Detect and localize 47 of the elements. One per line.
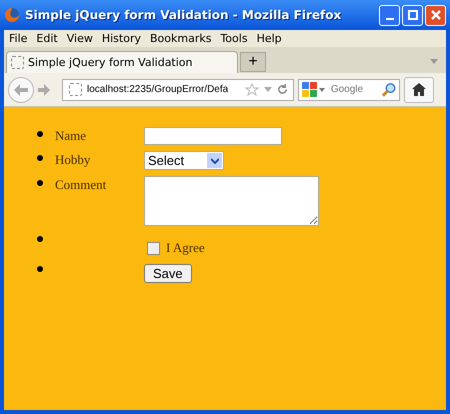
close-icon xyxy=(430,10,440,20)
bullet-icon xyxy=(37,266,43,272)
maximize-button[interactable] xyxy=(402,4,423,26)
save-button[interactable]: Save xyxy=(144,264,192,283)
browser-tab[interactable]: Simple jQuery form Validation xyxy=(6,51,238,73)
bullet-icon xyxy=(37,236,43,242)
window-title: Simple jQuery form Validation - Mozilla Firefox xyxy=(25,8,342,22)
field-label: Comment xyxy=(55,177,106,192)
new-tab-button[interactable]: + xyxy=(240,52,266,72)
dropdown-icon xyxy=(430,59,438,65)
bullet-icon xyxy=(37,131,43,137)
menu-item[interactable]: Help xyxy=(254,32,288,45)
home-icon xyxy=(412,83,426,96)
maximize-icon xyxy=(408,10,418,20)
back-arrow-icon xyxy=(14,84,28,96)
menu-item[interactable]: Bookmarks xyxy=(146,32,218,45)
hobby-dropdown[interactable]: Select xyxy=(144,151,224,170)
close-button[interactable] xyxy=(425,4,446,26)
menu-item[interactable]: Edit xyxy=(33,32,64,45)
search-icon[interactable] xyxy=(380,82,396,98)
page-icon xyxy=(11,56,24,69)
field-label: Name xyxy=(55,128,86,143)
field-label: Hobby xyxy=(55,152,90,167)
dropdown-icon xyxy=(319,88,325,92)
menu-item[interactable]: View xyxy=(64,32,99,45)
home-button[interactable] xyxy=(404,76,434,102)
reload-icon[interactable] xyxy=(277,84,288,95)
back-button[interactable] xyxy=(8,76,34,102)
minimize-button[interactable] xyxy=(379,4,400,26)
menu-item[interactable]: File xyxy=(6,32,34,45)
minimize-icon xyxy=(386,18,394,20)
forward-arrow-icon[interactable] xyxy=(38,84,50,96)
bullet-icon xyxy=(37,180,43,186)
search-engine-icon xyxy=(302,82,318,98)
address-field[interactable]: localhost:2235/GroupError/Defa xyxy=(62,78,294,100)
star-icon[interactable] xyxy=(245,82,259,96)
comment-input[interactable] xyxy=(144,176,319,226)
agree-checkbox[interactable] xyxy=(147,242,160,254)
bullet-icon xyxy=(37,155,43,161)
chevron-icon xyxy=(210,158,218,164)
dropdown-icon[interactable] xyxy=(264,86,272,92)
checkbox-label: I Agree xyxy=(166,240,205,256)
search-field[interactable]: Google xyxy=(298,78,400,100)
page-icon xyxy=(69,83,82,96)
menu-item[interactable]: Tools xyxy=(217,32,254,45)
name-input[interactable] xyxy=(144,127,282,145)
menu-item[interactable]: History xyxy=(98,32,147,45)
